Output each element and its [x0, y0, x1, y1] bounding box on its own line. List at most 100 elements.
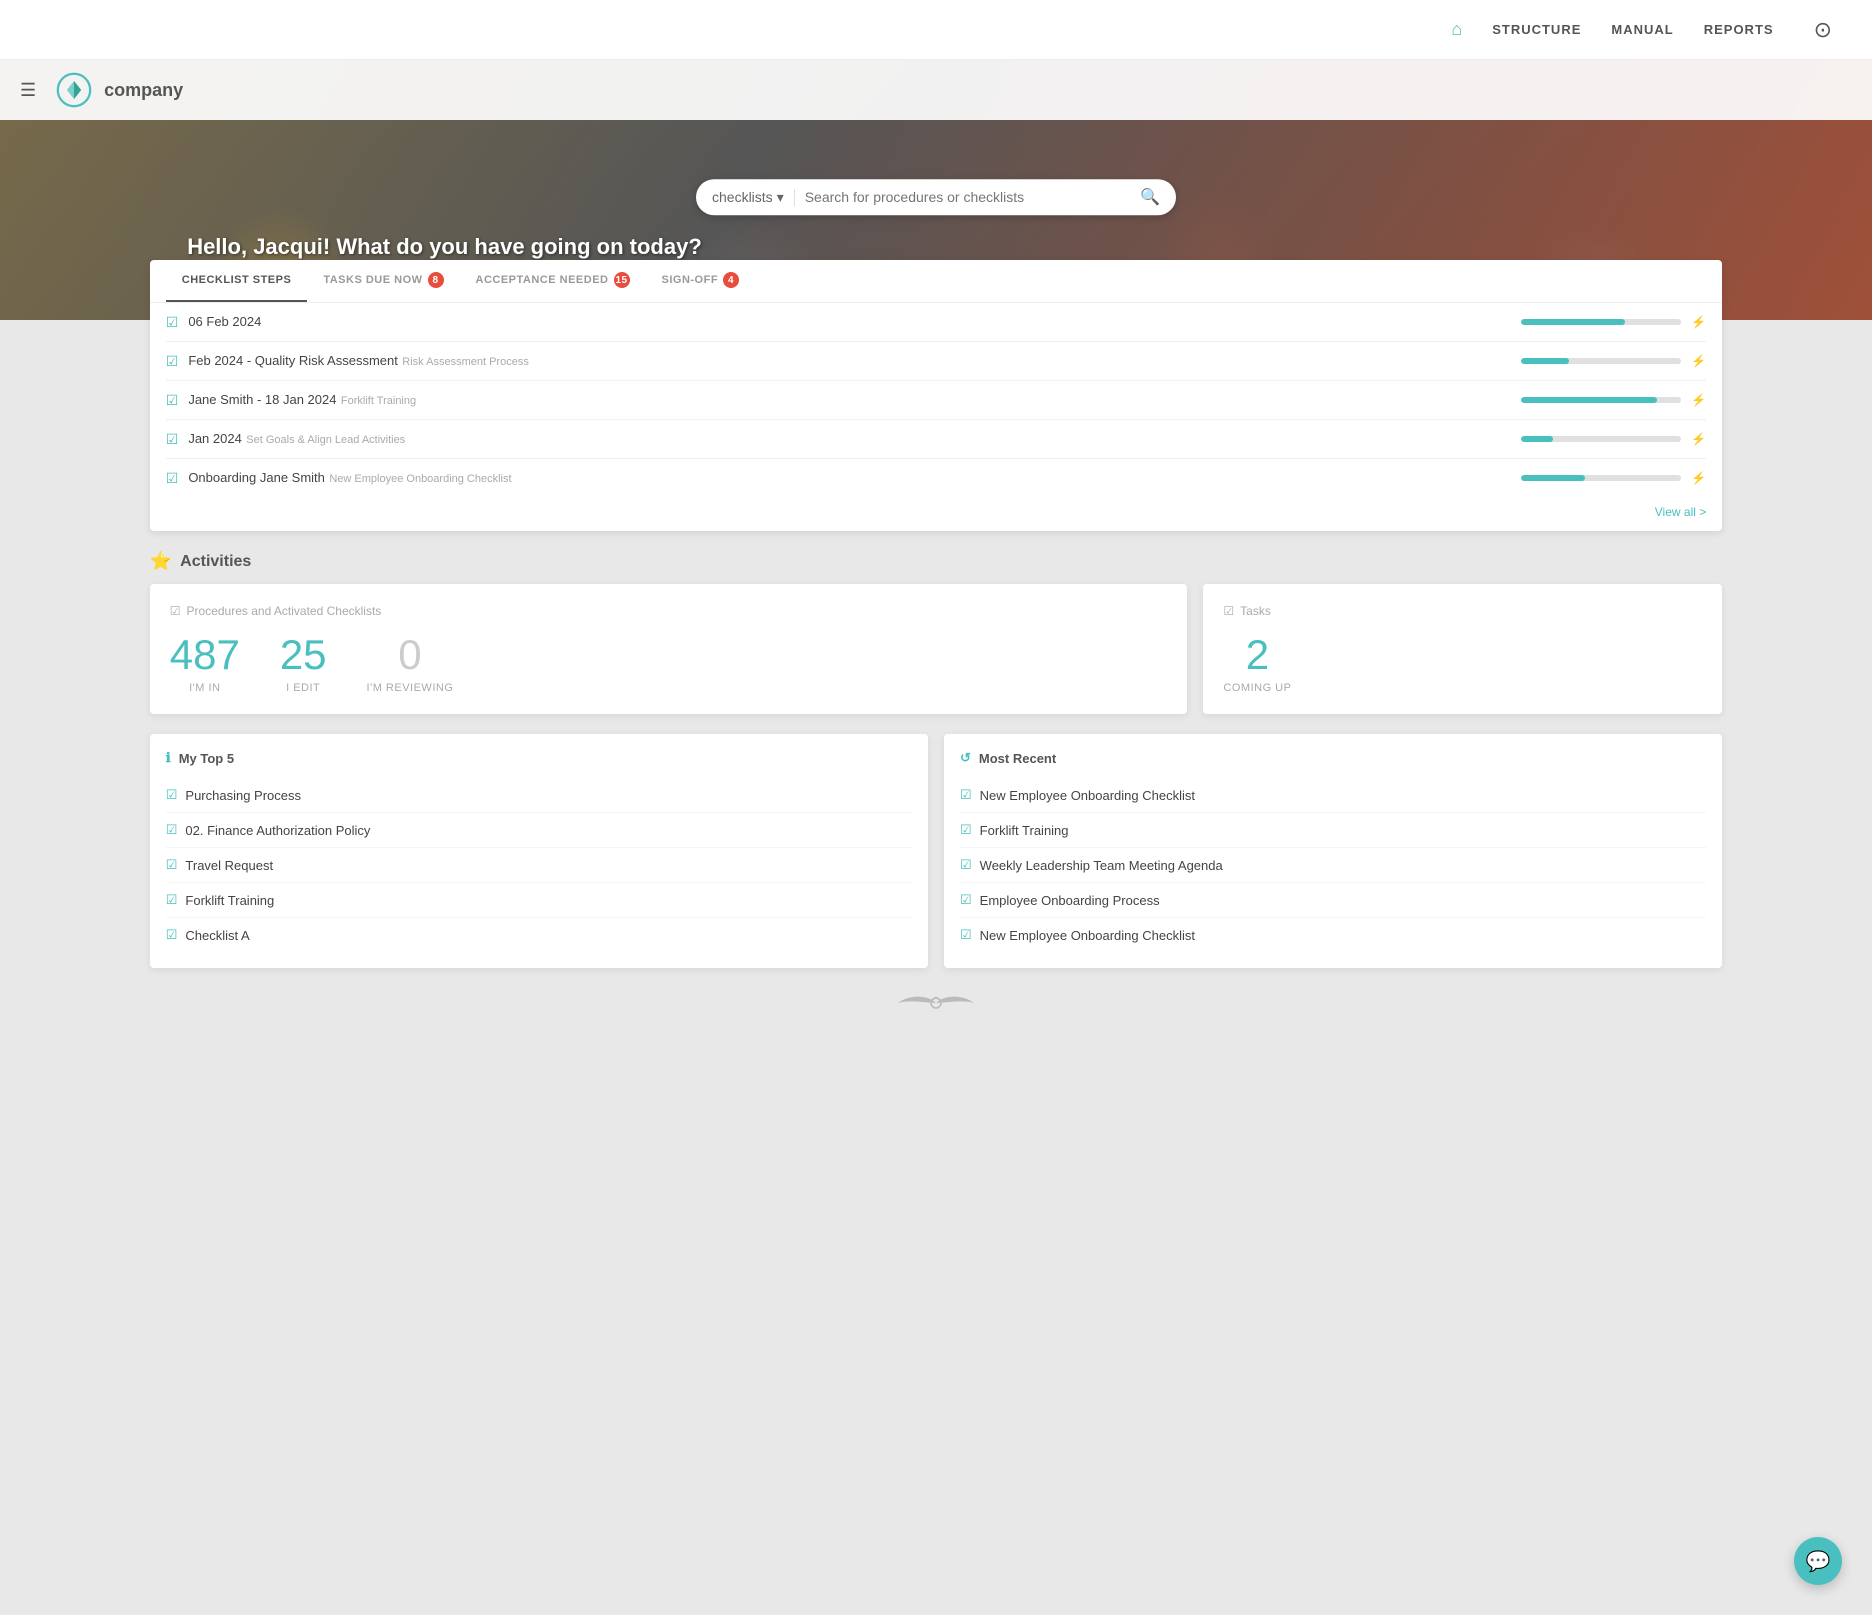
list-item-label: Checklist A — [185, 928, 249, 943]
progress-container — [1521, 397, 1681, 403]
list-item[interactable]: ☑ Travel Request — [166, 848, 912, 883]
chat-button[interactable]: 💬 — [1794, 1537, 1842, 1585]
checklist-item-icon: ☑ — [166, 857, 178, 873]
checklist-item-icon: ☑ — [166, 787, 178, 803]
checklist-check-icon: ☑ — [166, 314, 179, 331]
list-item-label: Forklift Training — [185, 893, 274, 908]
checklist-item-icon: ☑ — [960, 927, 972, 943]
progress-bar-fill — [1521, 358, 1569, 364]
procedures-card-title: ☑ Procedures and Activated Checklists — [170, 604, 1168, 618]
checklist-item[interactable]: ☑ Onboarding Jane Smith New Employee Onb… — [166, 459, 1707, 497]
stat-reviewing-label: I'M REVIEWING — [367, 682, 454, 694]
item-text: 06 Feb 2024 — [188, 313, 1511, 331]
link-icon[interactable]: ⚡ — [1691, 432, 1706, 446]
list-item[interactable]: ☑ 02. Finance Authorization Policy — [166, 813, 912, 848]
search-input[interactable] — [805, 189, 1140, 205]
search-type-label: checklists — [712, 189, 773, 205]
stat-coming-up-value: 2 — [1223, 634, 1291, 676]
procedures-icon: ☑ — [170, 604, 181, 618]
item-date: Feb 2024 - Quality Risk Assessment — [188, 353, 398, 368]
list-item-label: Weekly Leadership Team Meeting Agenda — [980, 858, 1223, 873]
tab-checklist-steps-label: CHECKLIST STEPS — [182, 274, 292, 286]
list-item[interactable]: ☑ New Employee Onboarding Checklist — [960, 778, 1706, 813]
tab-tasks-due-now-label: TASKS DUE NOW — [323, 274, 422, 286]
footer — [150, 968, 1723, 1045]
tab-tasks-due-now[interactable]: TASKS DUE NOW 8 — [307, 260, 459, 302]
checklist-item[interactable]: ☑ 06 Feb 2024 ⚡ — [166, 303, 1707, 342]
list-item[interactable]: ☑ Purchasing Process — [166, 778, 912, 813]
progress-bar-fill — [1521, 436, 1553, 442]
tab-acceptance-label: ACCEPTANCE NEEDED — [476, 274, 609, 286]
checklist-item[interactable]: ☑ Jane Smith - 18 Jan 2024 Forklift Trai… — [166, 381, 1707, 420]
list-item[interactable]: ☑ Forklift Training — [960, 813, 1706, 848]
list-item[interactable]: ☑ Checklist A — [166, 918, 912, 952]
progress-container — [1521, 436, 1681, 442]
progress-container — [1521, 475, 1681, 481]
search-type-dropdown[interactable]: checklists ▾ — [712, 189, 795, 206]
procedures-stat-card: ☑ Procedures and Activated Checklists 48… — [150, 584, 1188, 714]
activities-grid: ☑ Procedures and Activated Checklists 48… — [150, 584, 1723, 714]
link-icon[interactable]: ⚡ — [1691, 393, 1706, 407]
progress-bar-fill — [1521, 475, 1585, 481]
item-text: Onboarding Jane Smith New Employee Onboa… — [188, 469, 1511, 487]
nav-manual[interactable]: MANUAL — [1611, 22, 1673, 37]
item-subtitle: Forklift Training — [341, 395, 416, 407]
tab-sign-off[interactable]: SIGN-OFF 4 — [646, 260, 756, 302]
tab-checklist-steps[interactable]: CHECKLIST STEPS — [166, 260, 308, 302]
activities-icon: ⭐ — [150, 551, 172, 572]
stat-coming-up-label: COMING UP — [1223, 682, 1291, 694]
hamburger-menu-icon[interactable]: ☰ — [20, 80, 36, 101]
view-all-link[interactable]: View all > — [150, 497, 1723, 531]
sign-off-badge: 4 — [723, 272, 739, 288]
checklist-item[interactable]: ☑ Feb 2024 - Quality Risk Assessment Ris… — [166, 342, 1707, 381]
my-top-5-label: My Top 5 — [179, 751, 234, 766]
procedures-label: Procedures and Activated Checklists — [187, 604, 382, 618]
most-recent-title: ↺ Most Recent — [960, 750, 1706, 766]
company-logo-icon — [56, 72, 92, 108]
nav-links: ⌂ STRUCTURE MANUAL REPORTS ⊙ — [1451, 17, 1832, 43]
list-item-label: New Employee Onboarding Checklist — [980, 928, 1195, 943]
item-date: 06 Feb 2024 — [188, 314, 261, 329]
tasks-label: Tasks — [1240, 604, 1271, 618]
checklist-check-icon: ☑ — [166, 470, 179, 487]
user-profile-icon[interactable]: ⊙ — [1814, 17, 1832, 43]
item-text: Feb 2024 - Quality Risk Assessment Risk … — [188, 352, 1511, 370]
tab-sign-off-label: SIGN-OFF — [662, 274, 719, 286]
dashboard-card: CHECKLIST STEPS TASKS DUE NOW 8 ACCEPTAN… — [150, 260, 1723, 531]
bottom-grid: ℹ My Top 5 ☑ Purchasing Process ☑ 02. Fi… — [150, 734, 1723, 968]
nav-structure[interactable]: STRUCTURE — [1492, 22, 1581, 37]
checklist-item-icon: ☑ — [960, 892, 972, 908]
link-icon[interactable]: ⚡ — [1691, 354, 1706, 368]
checklist-check-icon: ☑ — [166, 353, 179, 370]
list-item-label: Purchasing Process — [185, 788, 301, 803]
stat-i-edit-value: 25 — [280, 634, 327, 676]
dropdown-chevron-icon: ▾ — [777, 189, 784, 206]
logo-bar: ☰ company — [0, 60, 1872, 120]
checklist-item-icon: ☑ — [166, 892, 178, 908]
list-item[interactable]: ☑ Employee Onboarding Process — [960, 883, 1706, 918]
link-icon[interactable]: ⚡ — [1691, 471, 1706, 485]
tab-acceptance-needed[interactable]: ACCEPTANCE NEEDED 15 — [460, 260, 646, 302]
tasks-due-badge: 8 — [428, 272, 444, 288]
my-top-5-card: ℹ My Top 5 ☑ Purchasing Process ☑ 02. Fi… — [150, 734, 928, 968]
progress-bar-bg — [1521, 436, 1681, 442]
nav-reports[interactable]: REPORTS — [1704, 22, 1774, 37]
stat-i-edit: 25 I EDIT — [280, 634, 327, 694]
list-item[interactable]: ☑ New Employee Onboarding Checklist — [960, 918, 1706, 952]
list-item[interactable]: ☑ Forklift Training — [166, 883, 912, 918]
tasks-icon: ☑ — [1223, 604, 1234, 618]
link-icon[interactable]: ⚡ — [1691, 315, 1706, 329]
footer-logo-icon — [170, 988, 1703, 1025]
item-date: Jan 2024 — [188, 431, 242, 446]
most-recent-label: Most Recent — [979, 751, 1056, 766]
search-submit-button[interactable]: 🔍 — [1140, 187, 1160, 207]
list-item[interactable]: ☑ Weekly Leadership Team Meeting Agenda — [960, 848, 1706, 883]
item-subtitle: Set Goals & Align Lead Activities — [246, 434, 405, 446]
most-recent-card: ↺ Most Recent ☑ New Employee Onboarding … — [944, 734, 1722, 968]
checklist-item[interactable]: ☑ Jan 2024 Set Goals & Align Lead Activi… — [166, 420, 1707, 459]
item-text: Jan 2024 Set Goals & Align Lead Activiti… — [188, 430, 1511, 448]
checklist-item-icon: ☑ — [166, 822, 178, 838]
footer-wings-svg — [896, 988, 976, 1018]
home-icon[interactable]: ⌂ — [1451, 19, 1462, 40]
progress-bar-bg — [1521, 319, 1681, 325]
